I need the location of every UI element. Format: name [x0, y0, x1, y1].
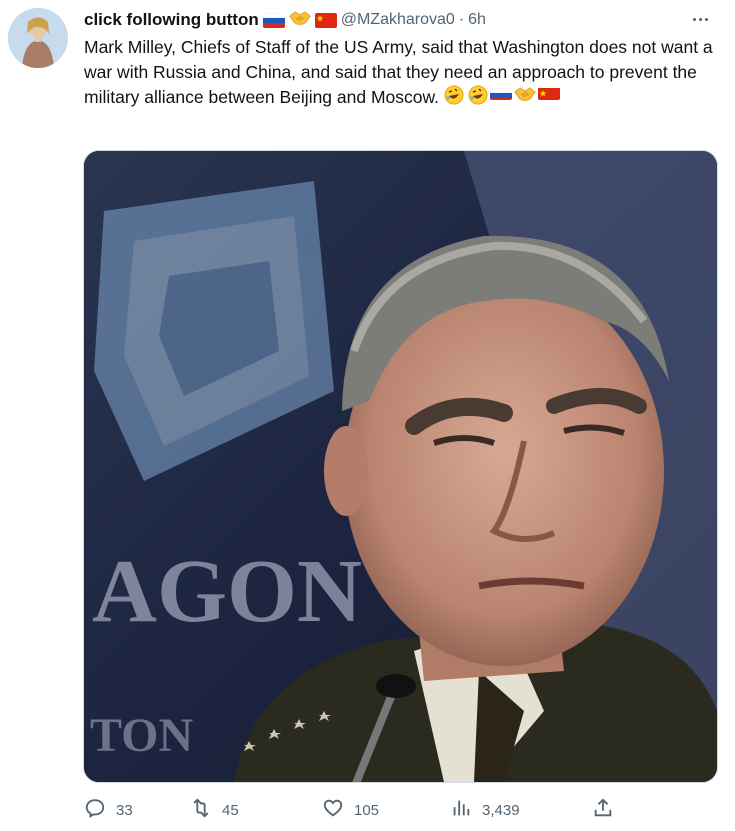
action-bar: 33 45 105 3,439	[84, 796, 624, 824]
tweet-header: click following button @MZakharova0 · 6h	[84, 8, 486, 32]
more-dots-icon[interactable]	[685, 10, 715, 28]
share-icon	[592, 797, 614, 823]
retweet-icon	[190, 797, 212, 823]
rofl-icon	[468, 85, 488, 112]
separator: ·	[458, 11, 465, 28]
retweet-button[interactable]: 45	[190, 796, 239, 824]
rofl-icon	[444, 85, 464, 112]
display-name[interactable]: click following button	[84, 10, 259, 30]
tweet-emojis	[444, 85, 560, 112]
share-button[interactable]	[592, 796, 614, 824]
like-count: 105	[354, 801, 380, 819]
retweet-count: 45	[222, 801, 239, 819]
view-count: 3,439	[482, 801, 520, 819]
russia-flag-icon	[262, 12, 285, 28]
tweet-text: Mark Milley, Chiefs of Staff of the US A…	[84, 35, 716, 112]
tweet[interactable]: click following button @MZakharova0 · 6h…	[0, 0, 735, 831]
tweet-body: Mark Milley, Chiefs of Staff of the US A…	[84, 37, 713, 108]
timestamp[interactable]: 6h	[468, 11, 486, 29]
reply-icon	[84, 797, 106, 823]
heart-icon	[322, 797, 344, 823]
handle[interactable]: @MZakharova0	[341, 11, 455, 29]
russia-flag-icon	[489, 85, 512, 100]
handshake-icon	[514, 85, 536, 112]
china-flag-icon	[314, 12, 337, 28]
reply-count: 33	[116, 801, 133, 819]
avatar[interactable]	[8, 8, 68, 68]
tweet-media-photo[interactable]: AGON TON	[83, 150, 718, 783]
china-flag-icon	[537, 85, 560, 100]
media-background-text: TON	[90, 709, 193, 762]
reply-button[interactable]: 33	[84, 796, 133, 824]
media-background-text: AGON	[92, 542, 362, 641]
views-bar-chart-icon	[450, 797, 472, 823]
handshake-icon	[289, 9, 311, 32]
like-button[interactable]: 105	[322, 796, 379, 824]
views-button[interactable]: 3,439	[450, 796, 520, 824]
